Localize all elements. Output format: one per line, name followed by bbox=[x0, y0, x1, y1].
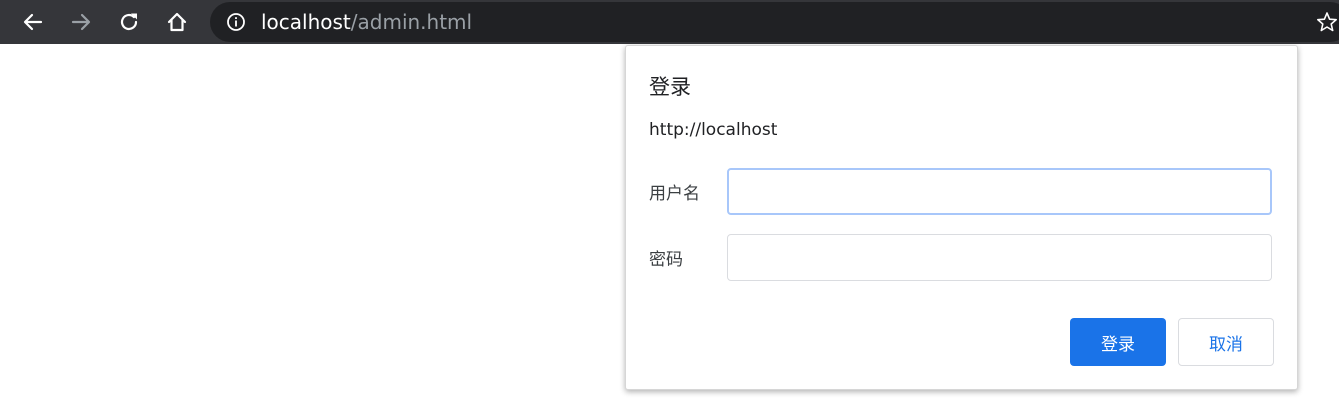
url-text[interactable]: localhost/admin.html bbox=[261, 2, 472, 42]
username-label: 用户名 bbox=[649, 184, 700, 204]
address-bar[interactable]: localhost/admin.html bbox=[210, 2, 1339, 42]
username-input[interactable] bbox=[727, 168, 1272, 215]
reload-icon bbox=[120, 13, 138, 31]
reload-button[interactable] bbox=[113, 6, 145, 38]
info-icon[interactable] bbox=[226, 12, 246, 32]
login-dialog: 登录 http://localhost 用户名 密码 登录 取消 bbox=[625, 45, 1298, 390]
url-host: localhost bbox=[261, 10, 351, 34]
login-button[interactable]: 登录 bbox=[1070, 318, 1166, 366]
star-icon[interactable] bbox=[1316, 11, 1338, 33]
home-button[interactable] bbox=[161, 6, 193, 38]
forward-arrow-icon bbox=[71, 13, 91, 31]
dialog-title: 登录 bbox=[649, 75, 691, 99]
password-input[interactable] bbox=[727, 234, 1272, 281]
url-path: /admin.html bbox=[350, 10, 473, 34]
home-icon bbox=[167, 12, 187, 32]
dialog-origin: http://localhost bbox=[649, 120, 778, 140]
browser-toolbar: localhost/admin.html bbox=[0, 0, 1339, 44]
back-button[interactable] bbox=[17, 6, 49, 38]
cancel-button[interactable]: 取消 bbox=[1178, 318, 1274, 366]
back-arrow-icon bbox=[23, 13, 43, 31]
forward-button[interactable] bbox=[65, 6, 97, 38]
password-label: 密码 bbox=[649, 250, 683, 270]
